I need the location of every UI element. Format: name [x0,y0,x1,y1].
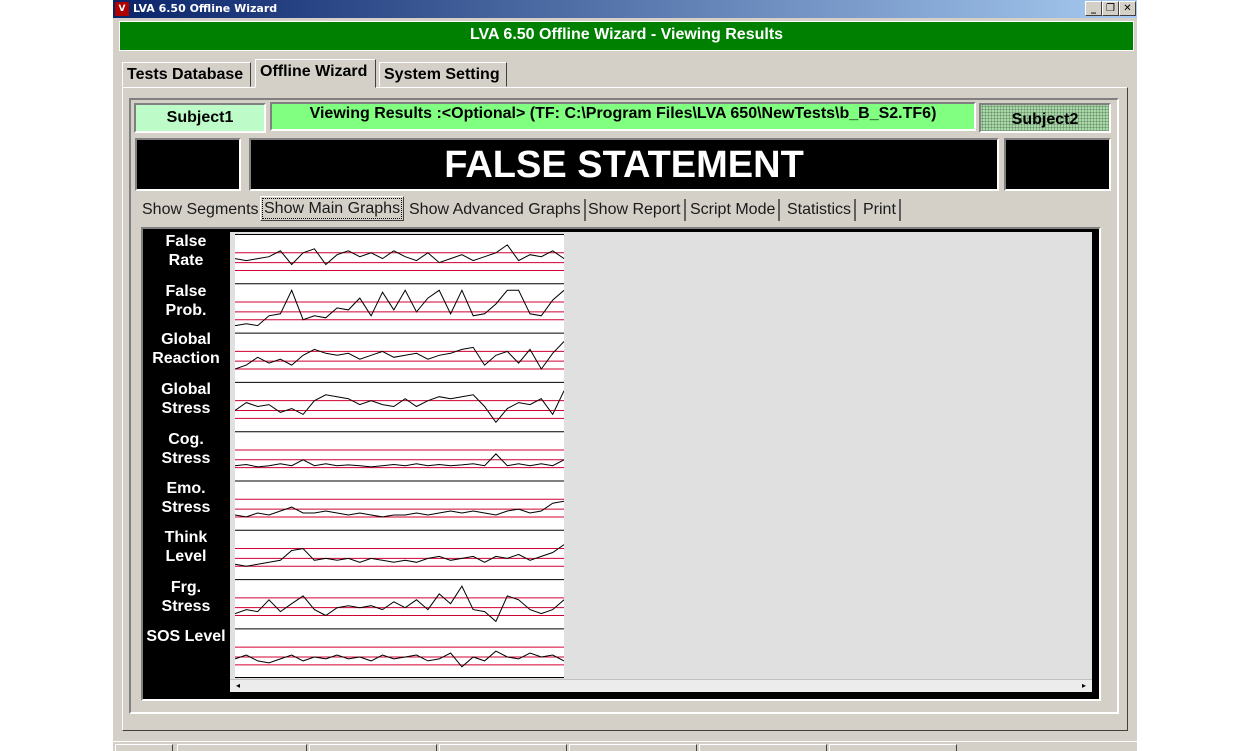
offline-wizard-panel: Subject1 Viewing Results :<Optional> (TF… [122,87,1128,731]
graph-line-false-prob [235,289,564,327]
tab-print[interactable]: Print [860,199,901,221]
graph-line-global-stress [235,390,564,424]
subject1-button[interactable]: Subject1 [134,103,266,133]
subject2-button[interactable]: Subject2 [979,103,1111,133]
window-title: LVA 6.50 Offline Wizard [133,2,278,15]
graph-scroll-area[interactable]: ◂ ▸ [230,232,1092,692]
minimize-button[interactable]: _ [1085,1,1102,16]
app-icon: V [115,2,129,16]
results-panel: Subject1 Viewing Results :<Optional> (TF… [129,98,1119,714]
app-window: V LVA 6.50 Offline Wizard _ ❐ ✕ LVA 6.50… [113,0,1137,741]
statement-banner: FALSE STATEMENT [249,138,999,191]
graph-label-global-reaction: Global Reaction [152,331,220,367]
graph-line-cog-stress [235,453,564,468]
scroll-right-arrow[interactable]: ▸ [1078,680,1090,692]
tab-offline-wizard[interactable]: Offline Wizard [255,59,376,88]
tab-show-advanced-graphs[interactable]: Show Advanced Graphs [406,199,586,221]
tab-show-main-graphs[interactable]: Show Main Graphs [260,196,405,221]
graph-line-false-rate [235,244,564,266]
scroll-left-arrow[interactable]: ◂ [232,680,244,692]
viewing-results-bar: Viewing Results :<Optional> (TF: C:\Prog… [270,102,976,131]
graph-label-false-rate: False Rate [165,233,207,269]
main-graphs-canvas [235,234,564,678]
graph-line-think-level [235,544,564,567]
restore-button[interactable]: ❐ [1102,1,1119,16]
graph-line-global-reaction [235,341,564,370]
graphs-frame: False Rate False Prob. Global Reaction Glob… [141,227,1101,701]
graph-label-sos-level: SOS Level [146,628,226,645]
graph-label-global-stress: Global Stress [161,381,211,417]
graph-label-frg-stress: Frg. Stress [161,579,211,615]
view-tab-strip: Show Segments Show Main Graphs Show Adva… [139,196,1111,224]
graph-label-cog-stress: Cog. Stress [161,431,211,467]
left-indicator-box [135,138,241,191]
close-button[interactable]: ✕ [1119,1,1136,16]
tab-script-mode[interactable]: Script Mode [687,199,781,221]
graph-label-emo-stress: Emo. Stress [161,480,211,516]
graph-label-false-prob: False Prob. [165,283,207,319]
graph-label-think-level: Think Level [164,529,208,565]
tab-tests-database[interactable]: Tests Database [122,62,251,87]
tab-statistics[interactable]: Statistics [784,199,857,221]
title-bar[interactable]: V LVA 6.50 Offline Wizard _ ❐ ✕ [113,0,1137,18]
tab-show-report[interactable]: Show Report [585,199,686,221]
tab-show-segments[interactable]: Show Segments [139,199,264,221]
horizontal-scrollbar[interactable]: ◂ ▸ [230,679,1092,692]
header-banner: LVA 6.50 Offline Wizard - Viewing Result… [119,21,1134,51]
graph-labels: False Rate False Prob. Global Reaction Glob… [143,229,229,695]
right-indicator-box [1004,138,1111,191]
tab-system-setting[interactable]: System Setting [379,62,507,87]
graph-line-frg-stress [235,585,564,623]
